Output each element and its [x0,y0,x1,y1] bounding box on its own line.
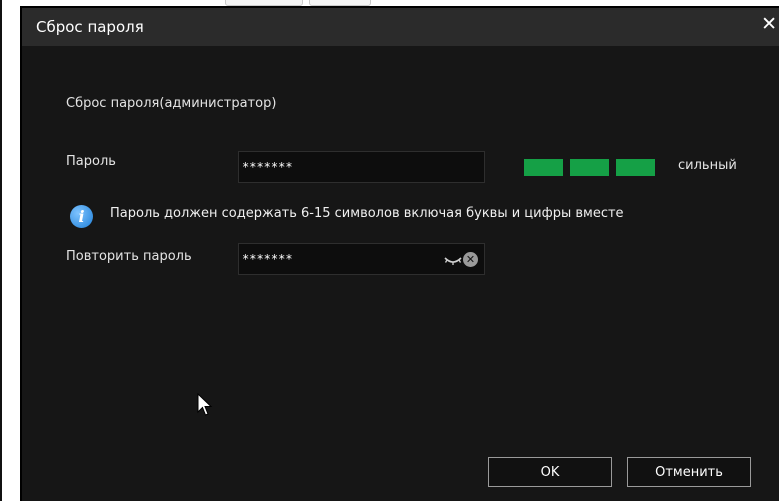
strength-bar-segment-3 [616,159,655,176]
password-field[interactable] [238,151,485,183]
password-input[interactable] [239,152,484,182]
password-label: Пароль [66,154,116,169]
ok-button[interactable]: OK [488,457,612,487]
dialog-title: Сброс пароля [36,18,144,36]
clear-icon[interactable]: ✕ [463,252,478,267]
strength-bar-segment-2 [570,159,609,176]
info-icon: i [70,205,93,228]
dialog-titlebar: Сброс пароля ✕ [22,8,779,46]
password-strength-label: сильный [678,158,737,173]
window-edge-line [0,0,2,501]
password-hint-text: Пароль должен содержать 6-15 символов вк… [110,206,624,221]
mouse-pointer-icon [197,393,213,416]
confirm-password-label: Повторить пароль [66,249,192,264]
cancel-button[interactable]: Отменить [627,457,751,487]
confirm-password-field[interactable]: ✕ [238,243,485,275]
dialog-subtitle: Сброс пароля(администратор) [66,96,277,111]
eye-closed-icon[interactable] [444,254,462,266]
strength-bar-segment-1 [524,159,563,176]
password-reset-dialog: Сброс пароля ✕ Сброс пароля(администрато… [20,6,779,501]
close-icon[interactable]: ✕ [761,15,777,34]
confirm-password-input[interactable] [239,244,439,274]
